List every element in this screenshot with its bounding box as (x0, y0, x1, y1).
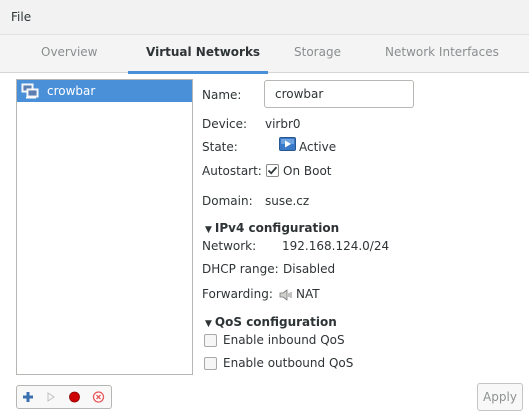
forwarding-value: NAT (296, 287, 320, 301)
plus-icon (23, 392, 33, 402)
qos-section-title: QoS configuration (214, 315, 337, 329)
name-label: Name: (202, 88, 242, 102)
state-value: Active (299, 140, 337, 154)
inbound-qos-label[interactable]: Enable inbound QoS (223, 333, 345, 347)
tab-bar: Overview Virtual Networks Storage Networ… (0, 34, 529, 74)
network-list[interactable]: crowbar (16, 79, 193, 375)
active-tab-indicator (128, 71, 268, 74)
network-icon (21, 83, 39, 99)
tab-virtual-networks[interactable]: Virtual Networks (146, 45, 260, 59)
play-icon (47, 392, 55, 402)
menu-bar: File (0, 0, 529, 34)
expander-down-icon: ▼ (205, 225, 212, 235)
dhcp-value: Disabled (283, 262, 336, 276)
name-input[interactable] (264, 80, 414, 108)
tab-overview[interactable]: Overview (41, 45, 98, 59)
delete-network-button[interactable] (87, 385, 112, 409)
outbound-qos-label[interactable]: Enable outbound QoS (223, 356, 353, 370)
delete-icon (92, 391, 105, 403)
autostart-label: Autostart: (202, 164, 262, 178)
ipv4-section-header[interactable]: ▼ IPv4 configuration (205, 221, 339, 235)
device-label: Device: (202, 117, 248, 131)
network-list-item-label: crowbar (47, 84, 96, 98)
expander-down-icon: ▼ (205, 319, 212, 329)
dhcp-label: DHCP range: (202, 262, 279, 276)
start-network-button[interactable] (39, 385, 64, 409)
domain-value: suse.cz (265, 194, 310, 208)
tab-storage[interactable]: Storage (294, 45, 341, 59)
speaker-icon (279, 289, 292, 301)
network-value: 192.168.124.0/24 (282, 239, 390, 253)
qos-section-header[interactable]: ▼ QoS configuration (205, 315, 337, 329)
stop-network-button[interactable] (63, 385, 88, 409)
network-list-item[interactable]: crowbar (17, 80, 192, 102)
apply-button[interactable]: Apply (477, 383, 523, 411)
network-label: Network: (202, 239, 257, 253)
domain-label: Domain: (202, 194, 253, 208)
autostart-checkbox[interactable] (266, 164, 279, 177)
ipv4-section-title: IPv4 configuration (214, 221, 340, 235)
autostart-value[interactable]: On Boot (283, 164, 332, 178)
menu-file[interactable]: File (11, 10, 31, 24)
add-network-button[interactable] (16, 385, 40, 409)
checkmark-icon (267, 166, 278, 175)
play-icon (279, 137, 296, 151)
forwarding-label: Forwarding: (202, 287, 273, 301)
inbound-qos-checkbox[interactable] (204, 334, 217, 347)
outbound-qos-checkbox[interactable] (204, 357, 217, 370)
device-value: virbr0 (265, 117, 301, 131)
state-label: State: (202, 140, 238, 154)
stop-icon (69, 391, 80, 403)
tab-network-interfaces[interactable]: Network Interfaces (385, 45, 499, 59)
